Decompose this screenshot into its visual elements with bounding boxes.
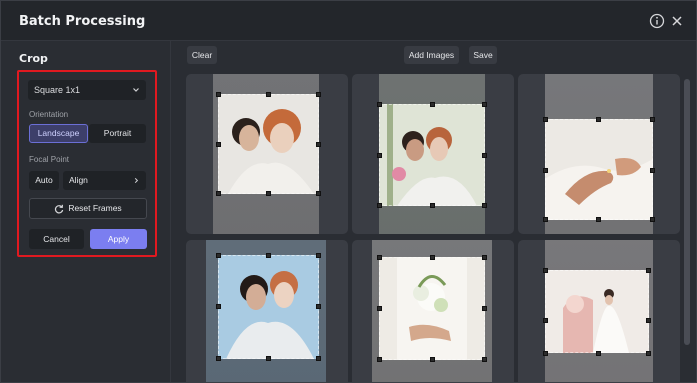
- reset-frames-label: Reset Frames: [68, 203, 122, 213]
- align-dropdown[interactable]: Align: [63, 171, 146, 190]
- cancel-button[interactable]: Cancel: [29, 229, 84, 249]
- add-images-button[interactable]: Add Images: [404, 46, 459, 64]
- image-card[interactable]: [186, 74, 348, 234]
- info-icon[interactable]: [649, 13, 665, 29]
- chevron-down-icon: [133, 88, 139, 92]
- auto-focal-button[interactable]: Auto: [29, 171, 59, 190]
- landscape-toggle[interactable]: Landscape: [29, 124, 88, 143]
- vertical-scrollbar[interactable]: [684, 79, 690, 345]
- orientation-label: Orientation: [29, 110, 69, 119]
- refresh-icon: [54, 204, 64, 214]
- focal-point-label: Focal Point: [29, 155, 70, 164]
- reset-frames-button[interactable]: Reset Frames: [29, 198, 147, 219]
- chevron-right-icon: [134, 177, 139, 184]
- crop-panel: Crop Square 1x1 Orientation Landscape Po…: [1, 41, 171, 382]
- save-button[interactable]: Save: [469, 46, 497, 64]
- portrait-toggle[interactable]: Portrait: [89, 124, 146, 143]
- window-title: Batch Processing: [19, 14, 146, 29]
- batch-processing-window: Batch Processing Crop Square 1x1 Orienta…: [0, 0, 697, 383]
- image-card[interactable]: [518, 240, 680, 382]
- align-label: Align: [69, 175, 88, 185]
- title-bar: Batch Processing: [1, 1, 696, 41]
- image-grid: [179, 69, 684, 382]
- aspect-ratio-value: Square 1x1: [34, 85, 81, 95]
- image-card[interactable]: [186, 240, 348, 382]
- image-card[interactable]: [518, 74, 680, 234]
- apply-button[interactable]: Apply: [90, 229, 147, 249]
- clear-button[interactable]: Clear: [187, 46, 217, 64]
- aspect-ratio-select[interactable]: Square 1x1: [28, 80, 146, 100]
- image-card[interactable]: [352, 74, 514, 234]
- close-icon[interactable]: [669, 13, 685, 29]
- crop-section-title: Crop: [19, 52, 48, 65]
- image-card[interactable]: [352, 240, 514, 382]
